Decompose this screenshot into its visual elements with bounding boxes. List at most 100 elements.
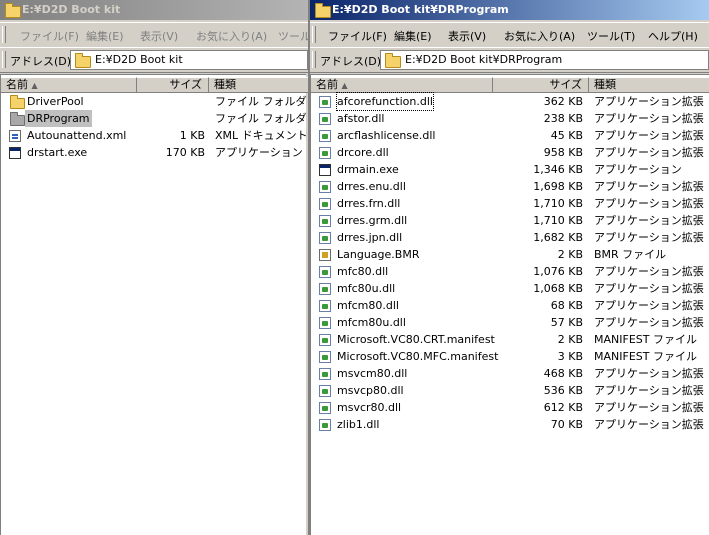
file-type: ファイル フォルダ <box>215 95 307 108</box>
menu-view[interactable]: 表示(V) <box>140 28 178 44</box>
toolbar-grip[interactable] <box>2 51 6 68</box>
list-item[interactable]: msvcm80.dll 468 KB アプリケーション拡張 <box>311 365 709 382</box>
file-type: XML ドキュメント <box>215 129 308 142</box>
menu-file[interactable]: ファイル(F) <box>328 28 387 44</box>
file-type: アプリケーション拡張 <box>594 316 704 329</box>
file-type: アプリケーション拡張 <box>594 384 704 397</box>
file-type: アプリケーション拡張 <box>594 231 704 244</box>
toolbar-grip[interactable] <box>2 26 6 43</box>
menu-bar: ファイル(F) 編集(E) 表示(V) お気に入り(A) ツール <box>0 22 308 48</box>
list-item[interactable]: mfc80.dll 1,076 KB アプリケーション拡張 <box>311 263 709 280</box>
column-header-size[interactable]: サイズ <box>493 77 589 93</box>
list-item[interactable]: Microsoft.VC80.MFC.manifest 3 KB MANIFEST … <box>311 348 709 365</box>
file-size: 1,682 KB <box>533 231 583 244</box>
list-item[interactable]: arcflashlicense.dll 45 KB アプリケーション拡張 <box>311 127 709 144</box>
file-name: msvcm80.dll <box>337 367 408 380</box>
file-name: mfcm80u.dll <box>337 316 406 329</box>
address-bar: アドレス(D) E:¥D2D Boot kit <box>0 47 308 73</box>
file-size: 1,710 KB <box>533 214 583 227</box>
file-type: アプリケーション <box>594 163 682 176</box>
list-item[interactable]: Microsoft.VC80.CRT.manifest 2 KB MANIFEST … <box>311 331 709 348</box>
dll-icon <box>319 113 331 125</box>
file-name: Language.BMR <box>337 248 420 261</box>
column-header-type[interactable]: 種類 <box>589 77 709 93</box>
file-name: Autounattend.xml <box>27 129 127 142</box>
exe-icon <box>9 147 21 159</box>
list-item[interactable]: drres.jpn.dll 1,682 KB アプリケーション拡張 <box>311 229 709 246</box>
list-item[interactable]: afstor.dll 238 KB アプリケーション拡張 <box>311 110 709 127</box>
file-size: 612 KB <box>543 401 583 414</box>
dll-icon <box>319 419 331 431</box>
explorer-window-drprogram[interactable]: E:¥D2D Boot kit¥DRProgram ファイル(F) 編集(E) … <box>310 0 709 535</box>
file-type: MANIFEST ファイル <box>594 350 697 363</box>
file-list[interactable]: 名前 ▲ サイズ 種類 DriverPool ファイル フォルダ DRProgr… <box>0 74 308 535</box>
menu-file[interactable]: ファイル(F) <box>20 28 79 44</box>
list-item[interactable]: drstart.exe 170 KB アプリケーション <box>1 144 306 161</box>
file-size: 70 KB <box>550 418 583 431</box>
menu-help[interactable]: ヘルプ(H) <box>648 28 698 44</box>
dll-icon <box>319 368 331 380</box>
file-list[interactable]: 名前 ▲ サイズ 種類 afcorefunction.dll 362 KB アプリケ… <box>310 74 709 535</box>
explorer-window-d2d-boot-kit[interactable]: E:¥D2D Boot kit ファイル(F) 編集(E) 表示(V) お気に入… <box>0 0 308 535</box>
column-size-label: サイズ <box>549 78 582 91</box>
list-item[interactable]: msvcr80.dll 612 KB アプリケーション拡張 <box>311 399 709 416</box>
column-type-label: 種類 <box>594 78 616 91</box>
column-size-label: サイズ <box>169 78 202 91</box>
list-item[interactable]: DriverPool ファイル フォルダ <box>1 93 307 110</box>
exe-icon <box>319 164 331 176</box>
file-type: アプリケーション拡張 <box>594 265 704 278</box>
menu-edit[interactable]: 編集(E) <box>394 28 432 44</box>
toolbar-grip[interactable] <box>312 26 316 43</box>
menu-view[interactable]: 表示(V) <box>448 28 486 44</box>
file-name: drres.frn.dll <box>337 197 401 210</box>
file-name: msvcr80.dll <box>337 401 402 414</box>
file-size: 1,710 KB <box>533 197 583 210</box>
file-name: Microsoft.VC80.CRT.manifest <box>337 333 495 346</box>
title-bar[interactable]: E:¥D2D Boot kit <box>0 0 308 20</box>
menu-tools[interactable]: ツール(T) <box>587 28 635 44</box>
file-size: 57 KB <box>550 316 583 329</box>
list-item[interactable]: drres.frn.dll 1,710 KB アプリケーション拡張 <box>311 195 709 212</box>
address-input[interactable]: E:¥D2D Boot kit <box>70 50 308 70</box>
menu-favorites[interactable]: お気に入り(A) <box>504 28 575 44</box>
list-item[interactable]: drres.grm.dll 1,710 KB アプリケーション拡張 <box>311 212 709 229</box>
file-type: アプリケーション拡張 <box>594 146 704 159</box>
list-item[interactable]: mfcm80.dll 68 KB アプリケーション拡張 <box>311 297 709 314</box>
menu-tools[interactable]: ツール <box>278 28 308 44</box>
column-header-name[interactable]: 名前 ▲ <box>311 77 493 93</box>
toolbar-grip[interactable] <box>312 51 316 68</box>
column-header-type[interactable]: 種類 <box>209 77 308 93</box>
title-bar[interactable]: E:¥D2D Boot kit¥DRProgram <box>310 0 709 20</box>
file-size: 1,076 KB <box>533 265 583 278</box>
file-name: arcflashlicense.dll <box>337 129 436 142</box>
list-item[interactable]: zlib1.dll 70 KB アプリケーション拡張 <box>311 416 709 433</box>
file-name: afstor.dll <box>337 112 385 125</box>
list-item[interactable]: DRProgram ファイル フォルダ <box>1 110 307 127</box>
file-size: 468 KB <box>543 367 583 380</box>
dll-icon <box>319 215 331 227</box>
file-type: アプリケーション拡張 <box>594 197 704 210</box>
dll-icon <box>319 266 331 278</box>
list-item[interactable]: Autounattend.xml 1 KB XML ドキュメント <box>1 127 308 144</box>
list-item[interactable]: drcore.dll 958 KB アプリケーション拡張 <box>311 144 709 161</box>
dll-icon <box>319 385 331 397</box>
file-size: 536 KB <box>543 384 583 397</box>
sort-ascending-icon: ▲ <box>341 81 348 90</box>
address-input[interactable]: E:¥D2D Boot kit¥DRProgram <box>380 50 709 70</box>
list-item[interactable]: drres.enu.dll 1,698 KB アプリケーション拡張 <box>311 178 709 195</box>
list-item[interactable]: Language.BMR 2 KB BMR ファイル <box>311 246 709 263</box>
list-item[interactable]: afcorefunction.dll 362 KB アプリケーション拡張 <box>311 92 709 111</box>
list-item[interactable]: mfcm80u.dll 57 KB アプリケーション拡張 <box>311 314 709 331</box>
column-header-size[interactable]: サイズ <box>137 77 209 93</box>
dll-icon <box>319 283 331 295</box>
list-item[interactable]: drmain.exe 1,346 KB アプリケーション <box>311 161 709 178</box>
dll-icon <box>319 147 331 159</box>
address-value: E:¥D2D Boot kit <box>95 53 183 66</box>
list-item[interactable]: mfc80u.dll 1,068 KB アプリケーション拡張 <box>311 280 709 297</box>
manifest-icon <box>319 351 331 363</box>
list-item[interactable]: msvcp80.dll 536 KB アプリケーション拡張 <box>311 382 709 399</box>
column-header-name[interactable]: 名前 ▲ <box>1 77 137 93</box>
file-name: zlib1.dll <box>337 418 380 431</box>
menu-favorites[interactable]: お気に入り(A) <box>196 28 267 44</box>
menu-edit[interactable]: 編集(E) <box>86 28 124 44</box>
